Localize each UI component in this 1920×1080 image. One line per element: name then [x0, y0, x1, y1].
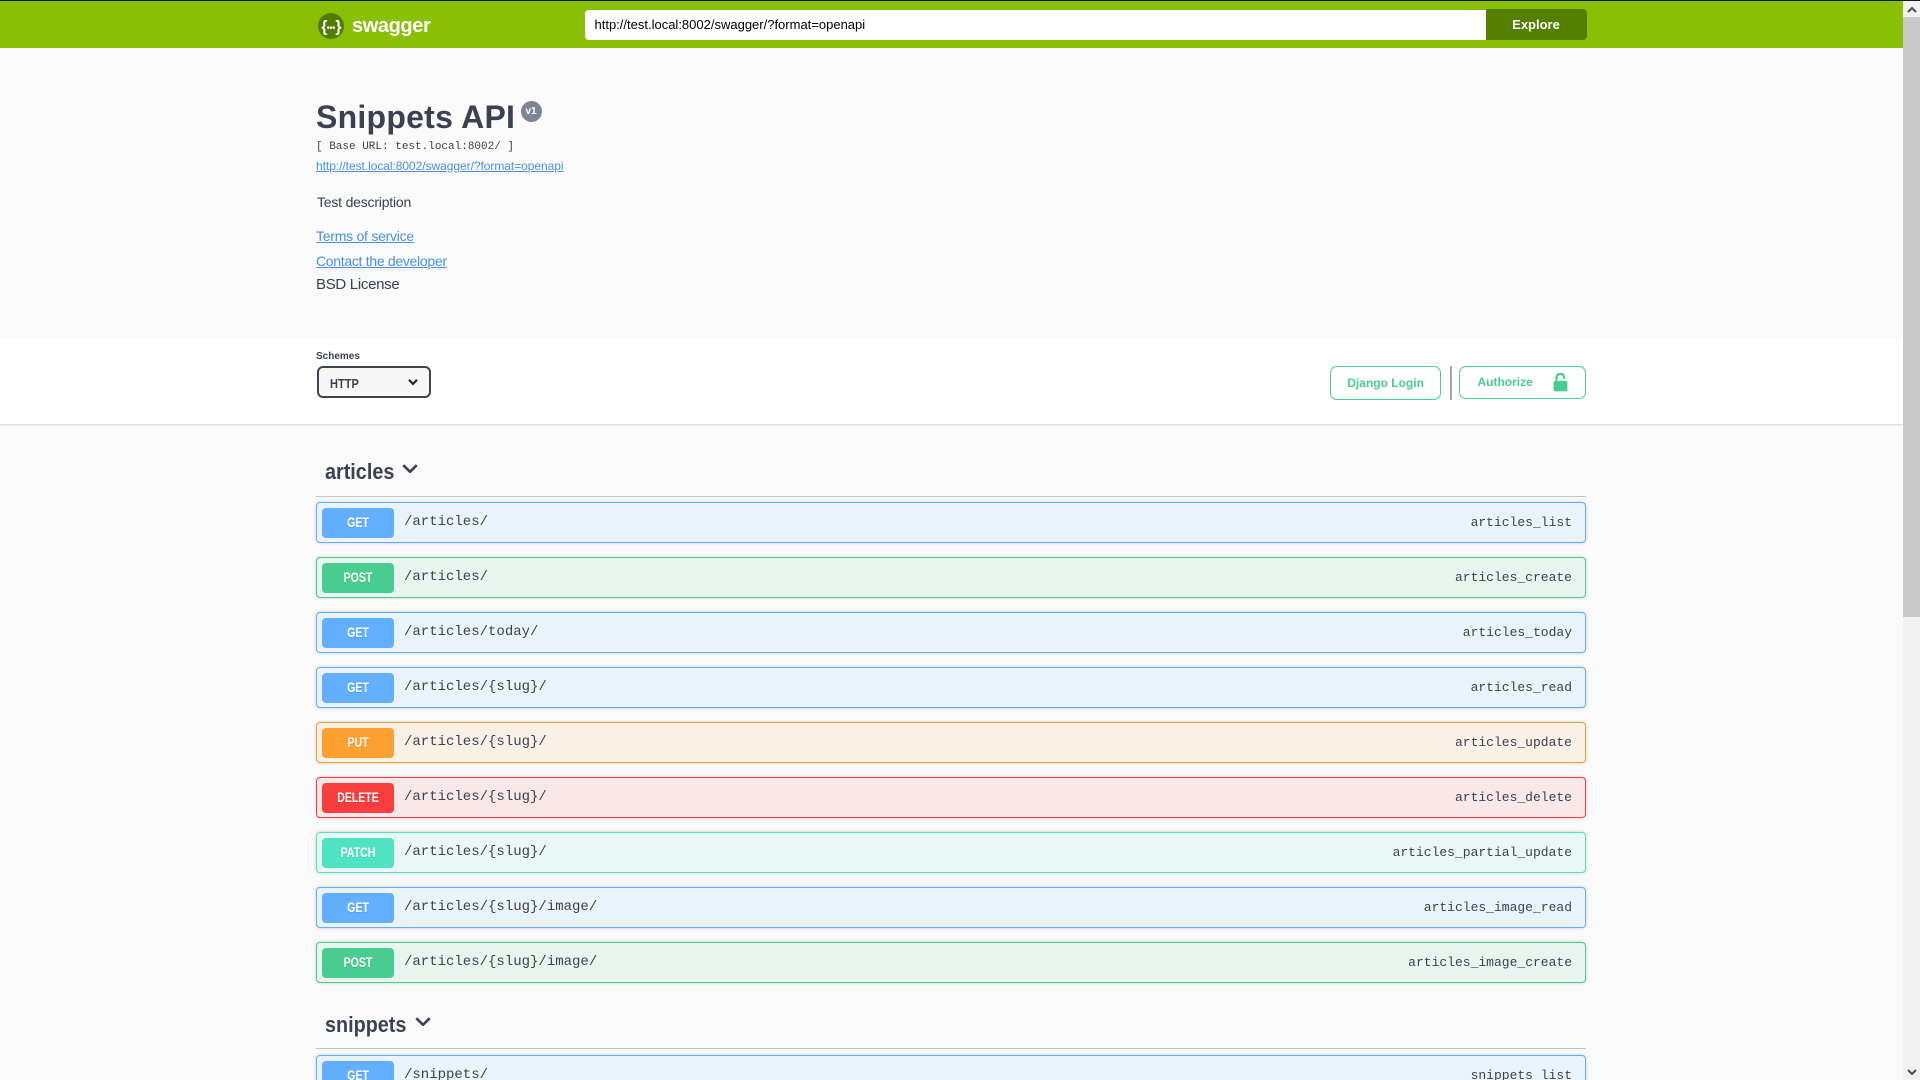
svg-text:{: { — [321, 18, 327, 35]
svg-text:}: } — [335, 18, 341, 35]
